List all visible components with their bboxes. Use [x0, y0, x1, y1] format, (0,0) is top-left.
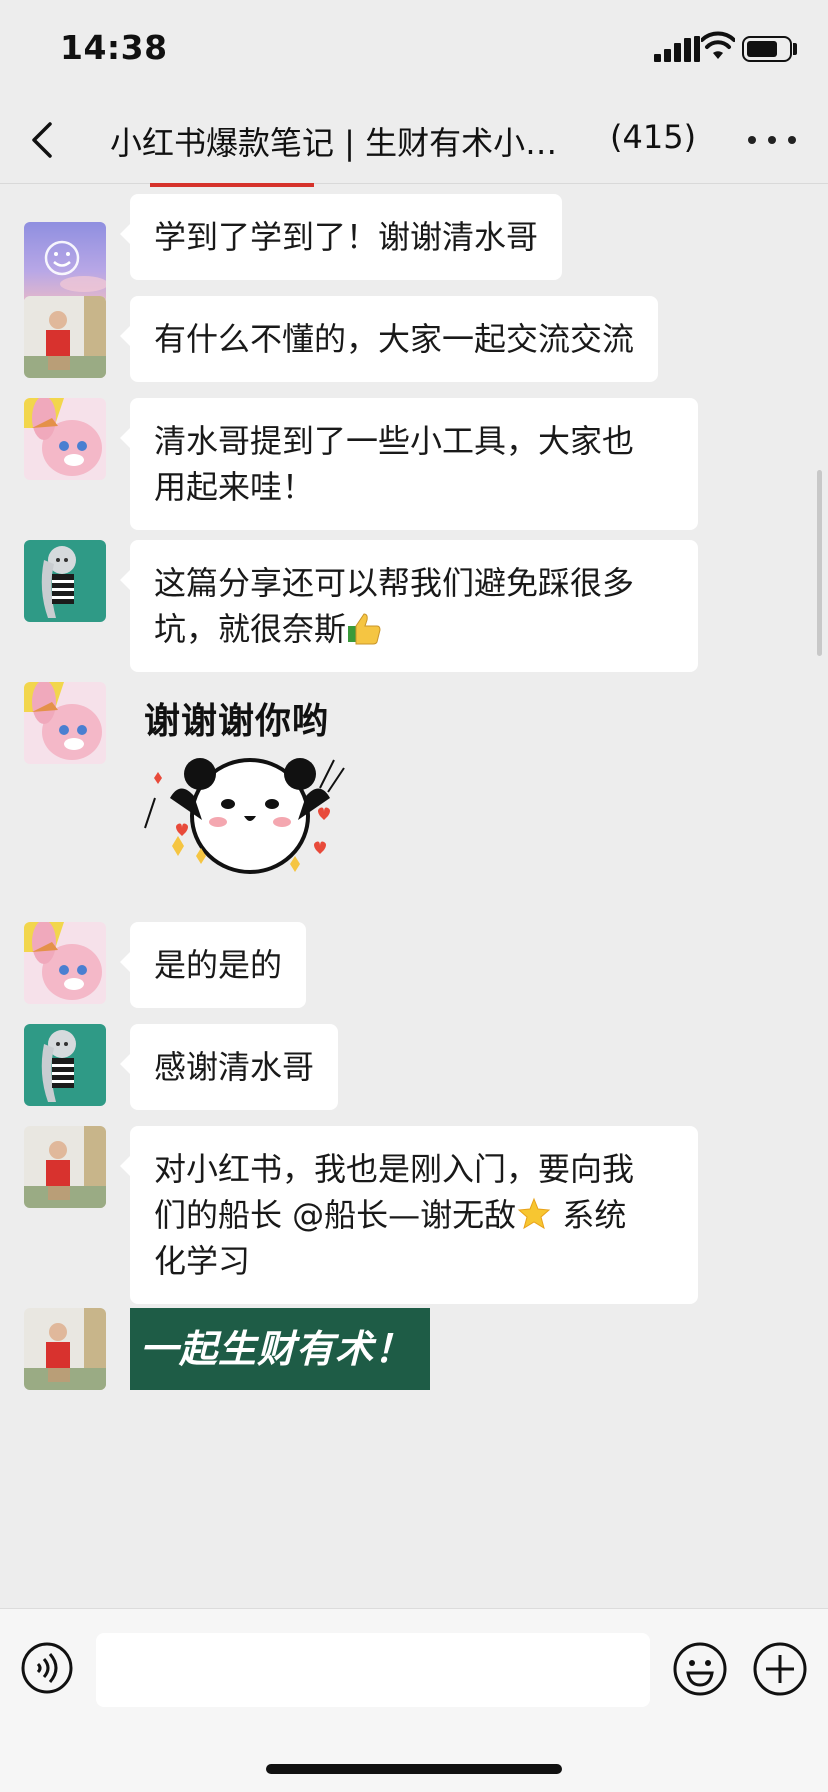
message-bubble[interactable]: 这篇分享还可以帮我们避免踩很多 坑，就很奈斯 — [120, 540, 698, 672]
avatar-pink-bunny[interactable] — [24, 398, 106, 480]
more-options-button[interactable] — [748, 120, 796, 160]
avatar-teal-girl[interactable] — [24, 540, 106, 622]
message-text-line: 清水哥提到了一些小工具，大家也 — [154, 422, 635, 460]
message-bubble[interactable]: 对小红书，我也是刚入门，要向我 们的船长 @船长—谢无敌 系统 化学习 — [120, 1126, 698, 1304]
panda-icon — [144, 758, 345, 874]
scrollbar-thumb[interactable] — [817, 470, 822, 656]
message-text: 有什么不懂的，大家一起交流交流 — [154, 320, 635, 358]
sticker-panda-thanks[interactable]: 谢谢谢你哟 — [130, 684, 370, 914]
message-list[interactable]: 学到了学到了！谢谢清水哥 有什么不懂的，大家一起交流交流 清水哥提到了一些小工具… — [0, 184, 828, 1608]
message-bubble[interactable]: 有什么不懂的，大家一起交流交流 — [119, 296, 659, 382]
wifi-icon — [701, 31, 735, 59]
glowing-star-emoji-icon — [517, 1197, 551, 1230]
plus-add-icon[interactable] — [752, 1641, 808, 1697]
message-input[interactable] — [96, 1633, 650, 1707]
message-text-line: 用起来哇！ — [154, 468, 315, 506]
message-bubble[interactable]: 是的是的 — [119, 922, 307, 1008]
message-text: 是的是的 — [154, 946, 283, 984]
emoji-face-icon[interactable] — [672, 1641, 728, 1697]
avatar-pink-bunny[interactable] — [24, 682, 106, 764]
battery-tip — [793, 43, 797, 55]
status-time: 14:38 — [60, 28, 168, 67]
message-text: 感谢清水哥 — [154, 1048, 315, 1086]
back-chevron-icon[interactable] — [24, 118, 64, 162]
avatar-pink-bunny[interactable] — [24, 922, 106, 1004]
message-text-line: 化学习 — [154, 1242, 251, 1280]
message-text-line: 坑，就很奈斯 — [154, 610, 347, 648]
chat-title: 小红书爆款笔记 | 生财有术小… — [110, 124, 558, 162]
status-bar: 14:38 — [0, 0, 828, 96]
avatar-man-red-shirt[interactable] — [24, 296, 106, 378]
avatar-smiley-sky[interactable] — [24, 222, 106, 304]
message-text-line: 对小红书，我也是刚入门，要向我 — [154, 1150, 635, 1188]
message-bubble[interactable]: 感谢清水哥 — [119, 1024, 339, 1110]
image-banner-message[interactable]: 一起生财有术！ — [130, 1308, 430, 1390]
member-count: (415) — [610, 118, 697, 156]
mention-text[interactable]: 们的船长 @船长—谢无敌 — [154, 1196, 516, 1234]
home-indicator[interactable] — [266, 1764, 562, 1774]
avatar-man-red-shirt[interactable] — [24, 1308, 106, 1390]
message-text-line: 这篇分享还可以帮我们避免踩很多 — [154, 564, 635, 602]
thumbs-up-emoji-icon — [348, 613, 381, 645]
message-text: 学到了学到了！谢谢清水哥 — [154, 218, 539, 256]
avatar-teal-girl[interactable] — [24, 1024, 106, 1106]
sticker-text: 谢谢谢你哟 — [144, 701, 330, 742]
cellular-signal-icon — [654, 36, 702, 62]
message-bubble[interactable]: 学到了学到了！谢谢清水哥 — [119, 194, 563, 280]
voice-input-icon[interactable] — [20, 1641, 74, 1695]
avatar-man-red-shirt[interactable] — [24, 1126, 106, 1208]
battery-icon — [742, 36, 792, 62]
chat-header: 小红书爆款笔记 | 生财有术小… (415) — [0, 96, 828, 184]
message-bubble[interactable]: 清水哥提到了一些小工具，大家也 用起来哇！ — [120, 398, 698, 530]
message-text: 系统 — [552, 1196, 627, 1234]
